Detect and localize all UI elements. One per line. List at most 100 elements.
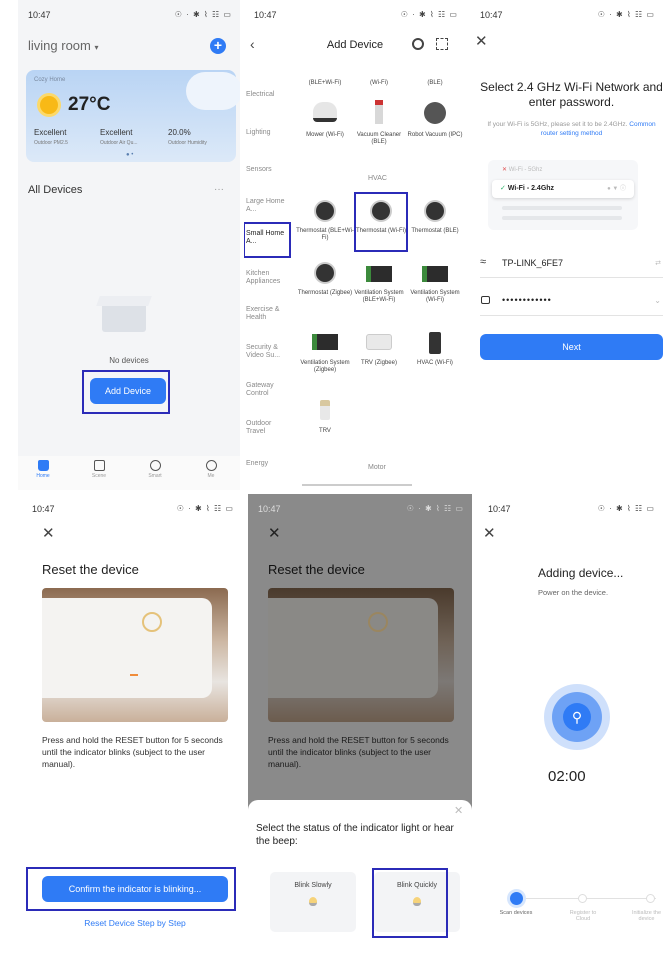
device-label: Ventilation System (Zigbee) — [300, 360, 350, 373]
device-thermostat-ble-wifi[interactable]: Thermostat (BLE+Wi-Fi) — [296, 196, 354, 250]
trv-image — [366, 334, 392, 350]
panel-add-device: 10:47 ☉ · ✱ ⌇ ☷ ▭ ‹ Add Device Electrica… — [244, 0, 466, 490]
adding-title: Adding device... — [538, 566, 624, 580]
page-dots: ● • — [126, 152, 134, 158]
ssid-value: TP-LINK_6FE7 — [502, 258, 564, 268]
panel-reset: 10:47 ☉ · ✱ ⌇ ☷ ▭ ✕ Reset the device Pre… — [22, 494, 242, 958]
status-bar: 10:47 ☉ · ✱ ⌇ ☷ ▭ — [32, 504, 234, 516]
category-energy[interactable]: Energy — [246, 460, 290, 468]
status-icons: ☉ · ✱ ⌇ ☷ ▭ — [400, 10, 458, 19]
device-mower[interactable]: Mower (Wi-Fi) — [296, 98, 354, 158]
device-trv[interactable]: TRV — [296, 400, 354, 440]
status-icons: ☉ · ✱ ⌇ ☷ ▭ — [406, 504, 464, 513]
room-selector[interactable]: living room ▾ — [28, 38, 99, 53]
cloud-shape — [186, 72, 240, 110]
device-hvac-wifi[interactable]: HVAC (Wi-Fi) — [406, 330, 464, 392]
category-outdoor[interactable]: Outdoor Travel — [246, 420, 290, 436]
close-icon[interactable]: ✕ — [483, 524, 496, 542]
device-photo — [268, 588, 454, 722]
status-bar: 10:47 ☉ · ✱ ⌇ ☷ ▭ — [480, 10, 655, 22]
metric-aq-label: Outdoor Air Qu... — [100, 140, 138, 146]
device-ventilation-ble-wifi[interactable]: Ventilation System (BLE+Wi-Fi) — [350, 260, 408, 316]
category-kitchen[interactable]: Kitchen Appliances — [246, 270, 290, 286]
category-gateway[interactable]: Gateway Control — [246, 382, 290, 398]
adding-subtitle: Power on the device. — [538, 588, 609, 597]
category-exercise[interactable]: Exercise & Health — [246, 306, 290, 322]
category-electrical[interactable]: Electrical — [246, 91, 290, 99]
close-icon[interactable]: ✕ — [268, 524, 281, 542]
all-devices-title: All Devices — [28, 184, 83, 196]
nav-smart[interactable]: Smart — [140, 460, 170, 479]
switch-network-icon[interactable]: ⇄ — [655, 259, 661, 267]
wifi-signal-icon: ● ▼ ⓘ — [607, 186, 626, 192]
top-cap-1: (BLE+Wi-Fi) — [308, 80, 342, 86]
wifi-24g-row: ✓ Wi-Fi - 2.4Ghz ● ▼ ⓘ — [492, 180, 634, 198]
nav-scene[interactable]: Scene — [84, 460, 114, 479]
metric-pm25-value: Excellent — [34, 128, 67, 137]
search-icon: ⚲ — [563, 703, 591, 731]
status-bar: 10:47 ☉ · ✱ ⌇ ☷ ▭ — [258, 504, 464, 516]
status-icons: ☉ · ✱ ⌇ ☷ ▭ — [174, 10, 232, 19]
device-trv-zigbee[interactable]: TRV (Zigbee) — [350, 330, 408, 392]
reset-step-link[interactable]: Reset Device Step by Step — [42, 918, 228, 928]
device-body — [268, 598, 438, 698]
device-indicator — [130, 674, 138, 676]
status-icons: ☉ · ✱ ⌇ ☷ ▭ — [597, 504, 655, 513]
highlight-blink-quickly — [372, 868, 448, 938]
device-button — [368, 612, 388, 632]
indicator-sheet: ✕ Select the status of the indicator lig… — [248, 800, 472, 958]
next-button[interactable]: Next — [480, 334, 663, 360]
cross-icon: ✕ — [502, 167, 508, 173]
category-lighting[interactable]: Lighting — [246, 129, 290, 137]
category-security[interactable]: Security & Video Su... — [246, 344, 290, 360]
section-hvac: HVAC — [368, 175, 387, 182]
sun-icon — [40, 96, 58, 114]
wifi-24g-label: Wi-Fi - 2.4Ghz — [507, 185, 555, 192]
nav-smart-label: Smart — [148, 473, 162, 479]
check-icon: ✓ — [500, 185, 506, 192]
device-vacuum[interactable]: Vacuum Cleaner (BLE) — [350, 98, 408, 158]
more-icon[interactable]: ··· — [214, 184, 224, 195]
plus-icon[interactable]: + — [210, 38, 226, 54]
close-sheet-icon[interactable]: ✕ — [454, 804, 463, 817]
ssid-row[interactable]: ≈ TP-LINK_6FE7 ⇄ — [480, 254, 663, 278]
password-row[interactable]: •••••••••••• ⌄ — [480, 292, 663, 316]
weather-card: Cozy Home 27°C Excellent Outdoor PM2.5 E… — [26, 70, 240, 162]
device-ventilation-zigbee[interactable]: Ventilation System (Zigbee) — [296, 330, 354, 392]
eye-icon[interactable]: ⌄ — [654, 296, 661, 305]
device-label: HVAC (Wi-Fi) — [417, 360, 453, 366]
close-icon[interactable]: ✕ — [42, 524, 55, 542]
category-large-home[interactable]: Large Home A... — [246, 198, 290, 214]
step-init-label: Initialize the device — [631, 910, 662, 922]
top-cap-3: (BLE) — [427, 80, 443, 86]
device-label: Vacuum Cleaner (BLE) — [356, 132, 402, 145]
thermostat-image — [316, 202, 334, 220]
status-time: 10:47 — [258, 504, 281, 514]
device-thermostat-ble[interactable]: Thermostat (BLE) — [406, 196, 464, 250]
wifi-icon: ≈ — [480, 256, 487, 268]
device-ventilation-wifi[interactable]: Ventilation System (Wi-Fi) — [406, 260, 464, 316]
scan-target-icon[interactable] — [412, 38, 424, 50]
me-icon — [205, 460, 217, 471]
nav-me[interactable]: Me — [196, 460, 226, 479]
qr-scan-icon[interactable] — [436, 38, 448, 50]
reset-instructions: Press and hold the RESET button for 5 se… — [268, 735, 449, 769]
trv-image — [320, 400, 330, 420]
highlight-confirm — [26, 867, 236, 911]
nav-scene-label: Scene — [91, 473, 107, 479]
device-thermostat-zigbee[interactable]: Thermostat (Zigbee) — [296, 260, 354, 316]
device-robot-vacuum[interactable]: Robot Vacuum (IPC) — [406, 98, 464, 158]
category-sensors[interactable]: Sensors — [246, 166, 290, 174]
wifi-5g-row: ✕ Wi-Fi - 5Ghz — [502, 166, 542, 173]
panel-adding: 10:47 ☉ · ✱ ⌇ ☷ ▭ ✕ Adding device... Pow… — [478, 494, 663, 958]
step-init-dot — [646, 894, 655, 903]
blink-slowly-option[interactable]: Blink Slowly — [270, 872, 356, 932]
top-cap-2: (Wi-Fi) — [370, 80, 388, 86]
close-icon[interactable]: ✕ — [475, 32, 488, 50]
robot-vacuum-image — [424, 102, 446, 124]
nav-home[interactable]: Home — [28, 460, 58, 479]
no-devices-text: No devices — [109, 356, 149, 365]
panel-wifi: 10:47 ☉ · ✱ ⌇ ☷ ▭ ✕ Select 2.4 GHz Wi-Fi… — [470, 0, 663, 490]
bottom-nav: Home Scene Smart Me — [18, 456, 240, 490]
ventilation-image — [366, 266, 392, 282]
